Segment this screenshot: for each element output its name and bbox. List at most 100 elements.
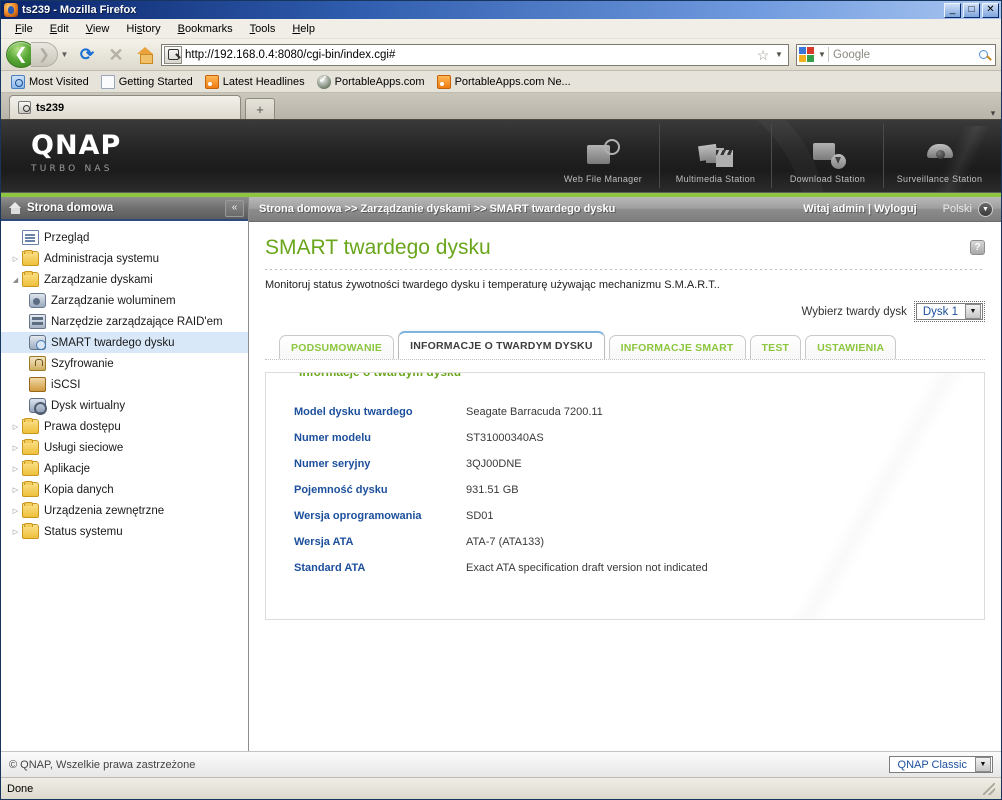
separator: | [867, 203, 872, 215]
close-button[interactable]: ✕ [982, 2, 999, 18]
language-dropdown-icon[interactable]: ▼ [978, 201, 993, 217]
tree-arrow-icon[interactable]: ▷ [9, 423, 22, 431]
tab-list-dropdown-icon[interactable]: ▾ [985, 108, 1001, 119]
search-go-button[interactable] [973, 50, 993, 59]
sidebar-item-aplikacje[interactable]: ▷ Aplikacje [1, 458, 248, 479]
tree-arrow-icon[interactable]: ▷ [9, 528, 22, 536]
bookmark-label: PortableApps.com Ne... [454, 75, 571, 88]
sidebar-item-dysk-wirtualny[interactable]: Dysk wirtualny [1, 395, 248, 416]
sidebar-item-iscsi[interactable]: iSCSI [1, 374, 248, 395]
tab-ustawienia[interactable]: USTAWIENIA [805, 335, 897, 360]
sidebar-item-smart-twardego-dysku[interactable]: SMART twardego dysku [1, 332, 248, 353]
qnap-tagline: TURBO NAS [31, 164, 113, 174]
chevron-down-icon[interactable]: ▼ [975, 757, 991, 772]
site-identity-icon[interactable] [164, 45, 182, 64]
tab-informacje-smart[interactable]: INFORMACJE SMART [608, 335, 746, 360]
resize-grip[interactable] [983, 782, 995, 795]
info-value: ST31000340AS [466, 432, 544, 445]
tree-arrow-icon[interactable]: ▷ [9, 486, 22, 494]
window-title: ts239 - Mozilla Firefox [22, 4, 137, 16]
sidebar-item-raid[interactable]: Narzędzie zarządzające RAID'em [1, 311, 248, 332]
sidebar-item-przeglad[interactable]: Przegląd [1, 227, 248, 248]
search-input[interactable]: Google [829, 49, 973, 61]
maximize-button[interactable]: □ [963, 2, 980, 18]
search-bar[interactable]: ▼ Google [796, 43, 996, 66]
stop-button[interactable]: ✕ [103, 42, 129, 68]
tab-ts239[interactable]: ts239 [9, 95, 241, 119]
menu-tools[interactable]: Tools [242, 21, 284, 37]
qnap-header: QNAP TURBO NAS Web File Manager Multimed… [1, 120, 1001, 192]
bookmark-most-visited[interactable]: Most Visited [7, 74, 93, 90]
sidebar-item-urzadzenia-zewnetrzne[interactable]: ▷ Urządzenia zewnętrzne [1, 500, 248, 521]
back-forward-group: ❮ ❯ ▼ [6, 41, 71, 68]
tab-informacje-o-twardym-dysku[interactable]: INFORMACJE O TWARDYM DYSKU [398, 331, 605, 360]
sidebar-item-zarzadzanie-dyskami[interactable]: ◢ Zarządzanie dyskami [1, 269, 248, 290]
reload-button[interactable]: ⟳ [74, 42, 100, 68]
logout-link[interactable]: Wyloguj [874, 203, 917, 215]
sidebar-header[interactable]: Strona domowa « [1, 197, 248, 221]
web-file-manager-icon [584, 137, 622, 171]
station-label: Surveillance Station [896, 174, 983, 184]
url-text[interactable]: http://192.168.0.4:8080/cgi-bin/index.cg… [185, 49, 754, 61]
tree-arrow-icon[interactable]: ▷ [9, 255, 22, 263]
raid-icon [29, 314, 46, 329]
info-label: Pojemność dysku [294, 484, 388, 497]
sidebar-item-szyfrowanie[interactable]: Szyfrowanie [1, 353, 248, 374]
sidebar-item-label: Administracja systemu [44, 252, 160, 265]
history-dropdown-icon[interactable]: ▼ [58, 42, 71, 67]
bookmarks-toolbar: Most Visited Getting Started Latest Head… [1, 71, 1001, 93]
search-engine-dropdown-icon[interactable]: ▼ [816, 50, 828, 59]
disk-select[interactable]: Dysk 1 ▼ [913, 301, 985, 323]
bookmark-portableapps[interactable]: PortableApps.com [313, 73, 429, 90]
station-surveillance[interactable]: Surveillance Station [883, 124, 995, 188]
multimedia-station-icon [697, 137, 735, 171]
tab-podsumowanie[interactable]: PODSUMOWANIE [279, 335, 395, 360]
bookmark-star-icon[interactable]: ☆ [754, 48, 772, 62]
menu-bookmarks[interactable]: Bookmarks [170, 21, 241, 37]
menu-file[interactable]: File [7, 21, 41, 37]
bookmark-portableapps-news[interactable]: PortableApps.com Ne... [433, 74, 575, 90]
home-button[interactable] [132, 42, 158, 68]
new-tab-button[interactable]: + [245, 98, 275, 119]
forward-button[interactable]: ❯ [31, 42, 58, 67]
navigation-toolbar: ❮ ❯ ▼ ⟳ ✕ http://192.168.0.4:8080/cgi-bi… [1, 39, 1001, 71]
info-value: 931.51 GB [466, 484, 519, 497]
sidebar-item-status-systemu[interactable]: ▷ Status systemu [1, 521, 248, 542]
url-dropdown-icon[interactable]: ▼ [772, 50, 786, 59]
tab-test[interactable]: TEST [749, 335, 802, 360]
station-download[interactable]: Download Station [771, 124, 883, 188]
tree-arrow-icon[interactable]: ▷ [9, 444, 22, 452]
menu-history[interactable]: History [118, 21, 168, 37]
tree-arrow-icon[interactable]: ▷ [9, 465, 22, 473]
sidebar-item-uslugi-sieciowe[interactable]: ▷ Usługi sieciowe [1, 437, 248, 458]
folder-icon [22, 502, 39, 518]
bookmark-getting-started[interactable]: Getting Started [97, 74, 197, 90]
station-label: Multimedia Station [675, 174, 756, 184]
minimize-button[interactable]: _ [944, 2, 961, 18]
menu-view[interactable]: View [78, 21, 118, 37]
address-bar[interactable]: http://192.168.0.4:8080/cgi-bin/index.cg… [161, 43, 789, 66]
station-web-file-manager[interactable]: Web File Manager [547, 124, 659, 188]
main-panel: SMART twardego dysku ? Monitoruj status … [249, 222, 1001, 751]
sidebar-collapse-button[interactable]: « [225, 199, 244, 217]
qnap-logo[interactable]: QNAP TURBO NAS [31, 132, 121, 174]
menu-edit[interactable]: Edit [42, 21, 77, 37]
info-value: 3QJ00DNE [466, 458, 522, 471]
sidebar-item-kopia-danych[interactable]: ▷ Kopia danych [1, 479, 248, 500]
theme-select[interactable]: QNAP Classic ▼ [888, 756, 993, 773]
page-viewport: QNAP TURBO NAS Web File Manager Multimed… [1, 120, 1001, 777]
station-multimedia[interactable]: Multimedia Station [659, 124, 771, 188]
tree-arrow-icon[interactable]: ◢ [9, 276, 22, 284]
sidebar-item-label: Usługi sieciowe [44, 441, 124, 454]
menu-help[interactable]: Help [284, 21, 323, 37]
help-button[interactable]: ? [970, 240, 985, 255]
folder-icon [22, 418, 39, 434]
most-visited-icon [11, 74, 25, 89]
tree-arrow-icon[interactable]: ▷ [9, 507, 22, 515]
sidebar-item-zarzadzanie-woluminem[interactable]: Zarządzanie woluminem [1, 290, 248, 311]
sidebar-item-administracja-systemu[interactable]: ▷ Administracja systemu [1, 248, 248, 269]
bookmark-latest-headlines[interactable]: Latest Headlines [201, 74, 309, 90]
content-area: Strona domowa >> Zarządzanie dyskami >> … [249, 197, 1001, 751]
chevron-down-icon[interactable]: ▼ [965, 304, 981, 320]
sidebar-item-prawa-dostepu[interactable]: ▷ Prawa dostępu [1, 416, 248, 437]
